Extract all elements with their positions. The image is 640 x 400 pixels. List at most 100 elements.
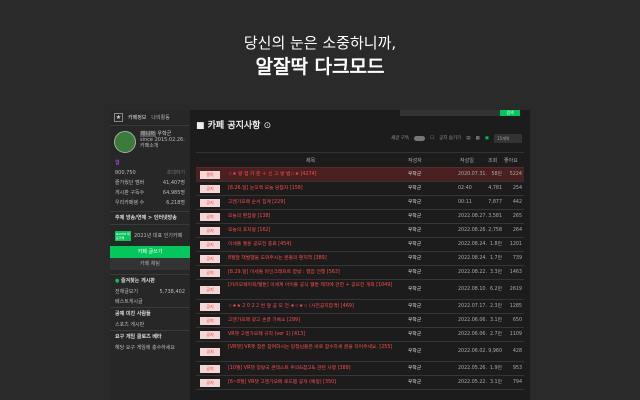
post-views: 2,758	[488, 228, 502, 233]
post-title-link[interactable]: [카카오웨이픽/웹툰] 이세계 아이돌 공식 웹툰 제작에 관한 + 공모전 개…	[228, 283, 404, 289]
post-title-link[interactable]: 오늘의 편집왕 [138]	[228, 214, 404, 220]
table-row[interactable]: 공지 고멘가오페 광고 손글 가록소 [299] 우학군 2022.06.06.…	[196, 314, 524, 328]
request-board-link[interactable]: 해당 요구 게임에 충수하세요	[115, 345, 175, 351]
post-author[interactable]: 우학군	[408, 380, 421, 386]
table-row[interactable]: 공지 VR챗 고멘가오페 규칙 (ver 1) [413] 우학군 2022.0…	[196, 328, 524, 342]
table-row[interactable]: 공지 오늘의 포지왕 [162] 우학군 2022.08.26. 2,758 2…	[196, 224, 524, 238]
star-icon[interactable]: ★	[114, 113, 123, 122]
list-view-icon[interactable]: ▤	[466, 136, 470, 142]
post-author[interactable]: 우학군	[408, 186, 421, 192]
table-row[interactable]: 공지 [8.29.일] 이세돌 마인크래프트 합방 : 행잡 전행 [563] …	[196, 266, 524, 280]
post-views: 3.1만	[489, 318, 502, 323]
grid-view-icon[interactable]: ▦	[475, 136, 479, 142]
post-title-link[interactable]: 오늘의 포지왕 [162]	[228, 228, 404, 234]
post-date: 02:40	[458, 186, 472, 191]
notice-badge: 공지	[200, 348, 220, 356]
post-date: 00:11	[458, 200, 472, 205]
hide-notice-checkbox[interactable]: ☐	[430, 136, 434, 142]
post-author[interactable]: 우학군	[408, 332, 421, 338]
post-title-link[interactable]: [6~8월] VR챗 고멘가오페 로드맵 공개 (예정) [350]	[228, 380, 404, 386]
post-likes: 794	[512, 380, 522, 385]
post-views: 58만	[491, 172, 502, 177]
post-author[interactable]: 우학군	[408, 256, 421, 262]
post-likes: 428	[512, 349, 522, 354]
sports-board-link[interactable]: 스포츠 게시판	[115, 322, 144, 328]
table-row[interactable]: 공지 [VR챗] VR챗 참은 참여하시는 망청님들은 바로 참수하세 글을 작…	[196, 342, 524, 362]
cafe-intro-link[interactable]: 카페소개	[140, 143, 158, 149]
post-author[interactable]: 우학군	[408, 318, 421, 324]
post-title-link[interactable]: 고멘가오페 광고 손글 가록소 [299]	[228, 318, 404, 324]
post-likes: 1285	[509, 304, 522, 309]
post-title-link[interactable]: ☆★★ 2 0 2 2 번 앞 공 모 전 ★☆★☆ (사전공지합격) [469…	[228, 304, 404, 310]
post-author[interactable]: 우학군	[408, 270, 421, 276]
post-title-link[interactable]: VR챗 고멘가오페 규칙 (ver 1) [413]	[228, 332, 404, 338]
notice-badge: 공지	[200, 185, 220, 193]
post-author[interactable]: 우학군	[408, 228, 421, 234]
sidebar: ★ 카페정보 나의활동 매니저 우학군 since 2015.02.26. 카페…	[110, 110, 190, 400]
post-views: 2.3만	[489, 304, 502, 309]
table-row[interactable]: 공지 [8.26.일] 눈꼬맥 오늘 당첨자 [158] 우학군 02:40 4…	[196, 182, 524, 196]
post-author[interactable]: 우학군	[408, 242, 421, 248]
post-title-link[interactable]: [8.26.일] 눈꼬맥 오늘 당첨자 [158]	[228, 186, 404, 192]
table-row[interactable]: 공지 [6~8월] VR챗 고멘가오페 로드맵 공개 (예정) [350] 우학…	[196, 376, 524, 390]
best-posts-link[interactable]: 베스트게시글	[115, 299, 143, 305]
cafe-chat-button[interactable]: 카페 채팅	[110, 258, 190, 270]
post-author[interactable]: 우학군	[408, 366, 421, 372]
post-author[interactable]: 우학군	[408, 172, 421, 178]
table-row[interactable]: 공지 ☆★★ 2 0 2 2 번 앞 공 모 전 ★☆★☆ (사전공지합격) […	[196, 300, 524, 314]
notice-badge: 공지	[200, 379, 220, 387]
post-likes: 650	[512, 318, 522, 323]
notice-badge: 공지	[200, 255, 220, 263]
stat-value: 64,985명	[162, 190, 185, 196]
post-likes: 2619	[509, 287, 522, 292]
table-row[interactable]: 공지 이세돌 웰훈 공모전 종료 [454] 우학군 2022.08.24. 1…	[196, 238, 524, 252]
table-row[interactable]: 공지 [카카오웨이픽/웹툰] 이세계 아이돌 공식 웹툰 제작에 관한 + 공모…	[196, 280, 524, 300]
post-title-link[interactable]: 8월달 책발행을 도와주시는 분들의 편지적 [389]	[228, 256, 404, 262]
card-view-icon[interactable]: ▣	[485, 136, 489, 142]
post-author[interactable]: 우학군	[408, 304, 421, 310]
post-title-link[interactable]: ☆★ 왕 컴 카 운 ＋ 신 고 방 법☆★ [4274]	[228, 172, 404, 178]
post-author[interactable]: 우학군	[408, 349, 421, 355]
cafe-avatar	[114, 131, 136, 153]
notice-badge: 공지	[200, 213, 220, 221]
post-author[interactable]: 우학군	[408, 200, 421, 206]
post-author[interactable]: 우학군	[408, 214, 421, 220]
all-posts-link[interactable]: 전체글보기	[115, 289, 138, 295]
info-icon[interactable]: ⊙	[264, 121, 272, 131]
table-row[interactable]: 공지 8월달 책발행을 도와주시는 분들의 편지적 [389] 우학군 2022…	[196, 252, 524, 266]
post-views: 1.8만	[489, 242, 502, 247]
post-author[interactable]: 우학군	[408, 287, 421, 293]
board-group: 공예 미친 사람들	[115, 311, 151, 317]
post-title-link[interactable]: 고멘가오페 순서 집계 [229]	[228, 200, 404, 206]
favorite-boards[interactable]: 즐겨찾는 게시판	[121, 278, 155, 284]
post-likes: 442	[512, 200, 522, 205]
table-row[interactable]: 공지 고멘가오페 순서 집계 [229] 우학군 00:11 7,877 442	[196, 196, 524, 210]
write-post-button[interactable]: 카페 글쓰기	[110, 246, 190, 258]
notice-badge: 공지	[200, 317, 220, 325]
board-icon: ■	[196, 121, 208, 131]
post-views: 3.1만	[489, 380, 502, 385]
per-page-select[interactable]: 15개씩	[494, 134, 522, 143]
post-views: 4,781	[488, 186, 502, 191]
table-row[interactable]: 공지 [10월] VR챗 정왕국 콘테스트 주의&참고& 관련 사항 [389]…	[196, 362, 524, 376]
notice-badge: 공지	[200, 286, 220, 294]
header-date: 작성일	[460, 158, 474, 164]
tab-my-activity[interactable]: 나의활동	[151, 115, 169, 121]
post-title-link[interactable]: [10월] VR챗 정왕국 콘테스트 주의&참고& 관련 사항 [389]	[228, 366, 404, 372]
award-text: 2021년 대표 인기카페	[134, 232, 183, 239]
table-row[interactable]: 공지 오늘의 편집왕 [138] 우학군 2022.08.27. 3,581 2…	[196, 210, 524, 224]
tab-cafe-info[interactable]: 카페정보	[128, 115, 146, 121]
hero-subtitle: 당신의 눈은 소중하니까,	[243, 34, 397, 52]
header-likes[interactable]: 좋아요	[504, 158, 518, 164]
invite-link[interactable]: 초대하기	[167, 170, 185, 176]
search-input[interactable]: 검색	[400, 110, 520, 116]
search-button[interactable]: 검색	[500, 110, 520, 116]
post-title-link[interactable]: [8.29.일] 이세돌 마인크래프트 합방 : 행잡 전행 [563]	[228, 270, 404, 276]
notice-badge: 공지	[200, 199, 220, 207]
subscribe-toggle[interactable]	[414, 136, 426, 141]
level: 웹	[115, 160, 120, 166]
table-row[interactable]: 필독 ☆★ 왕 컴 카 운 ＋ 신 고 방 법☆★ [4274] 우학군 202…	[196, 168, 524, 182]
post-title-link[interactable]: 이세돌 웰훈 공모전 종료 [454]	[228, 242, 404, 248]
header-author: 작성자	[408, 158, 422, 164]
post-title-link[interactable]: [VR챗] VR챗 참은 참여하시는 망청님들은 바로 참수하세 글을 작어주세…	[228, 345, 404, 351]
